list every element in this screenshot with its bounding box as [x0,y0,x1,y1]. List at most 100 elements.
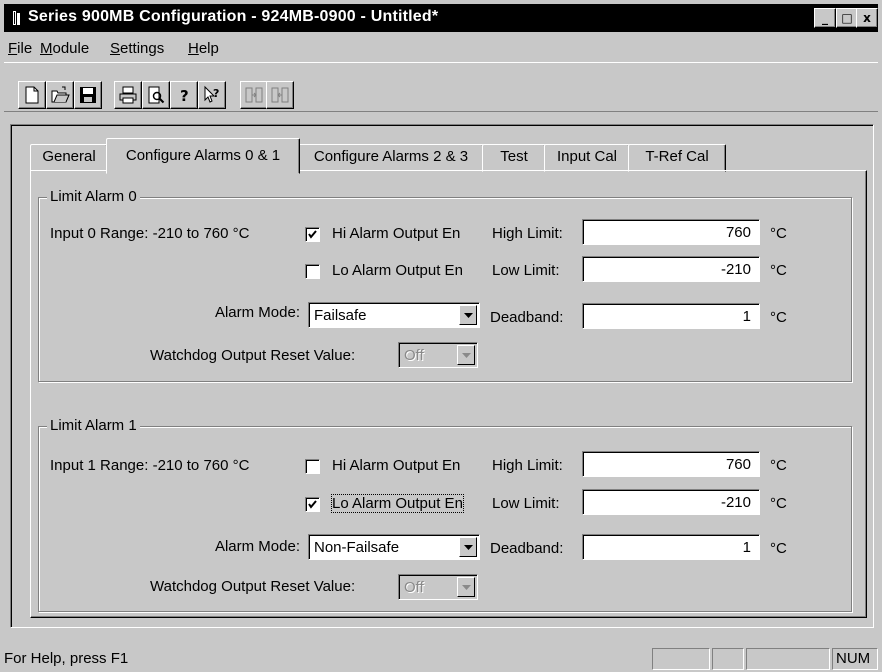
upload-config-button[interactable] [240,81,268,109]
maximize-icon: □ [841,11,853,25]
high-limit-1-unit: °C [770,457,787,474]
save-disk-icon [80,87,96,103]
print-preview-button[interactable] [142,81,170,109]
status-pane-3 [746,648,830,670]
status-bar: For Help, press F1 NUM [0,644,882,672]
high-limit-1-input[interactable]: 760 [582,451,760,477]
high-limit-0-label: High Limit: [492,225,563,242]
toolbar: ? ? [4,62,878,112]
context-help-icon: ? [204,85,219,103]
tab-general[interactable]: General [30,144,108,172]
tab-configure-alarms-2-3[interactable]: Configure Alarms 2 & 3 [298,144,484,172]
app-window: Series 900MB Configuration - 924MB-0900 … [0,0,882,672]
new-file-icon [25,86,39,104]
chevron-down-icon [464,313,473,318]
menu-file-mnemonic: F [8,40,18,57]
deadband-0-label: Deadband: [490,309,564,326]
svg-text:?: ? [180,87,189,105]
tab-test[interactable]: Test [482,144,546,172]
menu-settings[interactable]: Settings [110,40,164,57]
deadband-1-label: Deadband: [490,540,564,557]
about-button[interactable]: ? [170,81,198,109]
tab-t-ref-cal[interactable]: T-Ref Cal [628,144,726,172]
tab-input-cal-label: Input Cal [556,148,618,165]
deadband-1-unit: °C [770,540,787,557]
lo-alarm-output-0-label[interactable]: Lo Alarm Output En [332,262,463,279]
chevron-down-icon [464,545,473,550]
close-icon: x [863,11,871,25]
tab-configure-alarms-0-1[interactable]: Configure Alarms 0 & 1 [106,138,300,174]
svg-text:?: ? [213,87,219,100]
low-limit-0-label: Low Limit: [492,262,560,279]
tab-t-ref-cal-label: T-Ref Cal [645,148,709,165]
high-limit-0-unit: °C [770,225,787,242]
download-config-button[interactable] [266,81,294,109]
menu-help[interactable]: Help [188,40,219,57]
maximize-button[interactable]: □ [836,8,858,28]
watchdog-1-label: Watchdog Output Reset Value: [150,578,356,595]
print-button[interactable] [114,81,142,109]
low-limit-0-unit: °C [770,262,787,279]
alarm-mode-1-label: Alarm Mode: [214,538,300,555]
open-folder-icon [51,86,70,103]
tab-input-cal[interactable]: Input Cal [544,144,630,172]
hi-alarm-output-0-checkbox[interactable] [305,227,320,242]
menu-file[interactable]: File [8,40,32,57]
low-limit-1-label: Low Limit: [492,495,560,512]
checkmark-icon [308,500,317,509]
open-button[interactable] [46,81,74,109]
lo-alarm-output-0-checkbox[interactable] [305,264,320,279]
alarm-mode-1-dropdown-button[interactable] [459,537,477,557]
tab-general-label: General [42,148,96,165]
watchdog-1-dropdown-button [457,577,475,597]
deadband-0-input[interactable]: 1 [582,303,760,329]
menu-settings-mnemonic: S [110,40,121,57]
menu-module-mnemonic: M [40,40,53,57]
print-preview-icon [148,86,165,104]
watchdog-0-value: Off [404,347,424,364]
menu-module[interactable]: Module [40,40,89,57]
watchdog-0-label: Watchdog Output Reset Value: [150,347,356,364]
title-bar[interactable]: Series 900MB Configuration - 924MB-0900 … [4,4,878,32]
limit-alarm-0-title: Limit Alarm 0 [47,188,140,205]
hi-alarm-output-0-label[interactable]: Hi Alarm Output En [332,225,460,242]
lo-alarm-output-1-checkbox[interactable] [305,497,320,512]
watchdog-0-dropdown-button [457,345,475,365]
input-1-range: Input 1 Range: -210 to 760 °C [50,457,250,474]
save-button[interactable] [74,81,102,109]
download-config-icon [271,87,289,103]
about-icon: ? [180,87,189,105]
chevron-down-icon [462,353,471,358]
input-0-range: Input 0 Range: -210 to 760 °C [50,225,250,242]
menu-help-label: elp [198,40,219,57]
menu-help-mnemonic: H [188,40,199,57]
app-icon [13,11,20,25]
lo-alarm-output-1-label[interactable]: Lo Alarm Output En [331,494,464,513]
alarm-mode-0-dropdown-button[interactable] [459,305,477,325]
high-limit-0-input[interactable]: 760 [582,219,760,245]
upload-config-icon [245,87,263,103]
hi-alarm-output-1-label[interactable]: Hi Alarm Output En [332,457,460,474]
minimize-button[interactable]: _ [814,8,836,28]
alarm-mode-1-select[interactable]: Non-Failsafe [308,534,480,560]
close-button[interactable]: x [856,8,878,28]
minimize-icon: _ [822,11,828,25]
tab-test-label: Test [500,148,528,165]
hi-alarm-output-1-checkbox[interactable] [305,459,320,474]
low-limit-1-input[interactable]: -210 [582,489,760,515]
watchdog-1-select: Off [398,574,478,600]
alarm-mode-0-select[interactable]: Failsafe [308,302,480,328]
context-help-button[interactable]: ? [198,81,226,109]
alarm-mode-0-value: Failsafe [314,307,367,324]
low-limit-0-input[interactable]: -210 [582,256,760,282]
tab-configure-alarms-0-1-label: Configure Alarms 0 & 1 [125,147,281,164]
deadband-1-input[interactable]: 1 [582,534,760,560]
tab-configure-alarms-2-3-label: Configure Alarms 2 & 3 [313,148,469,165]
deadband-0-unit: °C [770,309,787,326]
watchdog-1-value: Off [404,579,424,596]
print-icon [119,86,137,104]
new-button[interactable] [18,81,46,109]
menu-module-label: odule [52,40,90,57]
menu-file-label: ile [17,40,33,57]
chevron-down-icon [462,585,471,590]
